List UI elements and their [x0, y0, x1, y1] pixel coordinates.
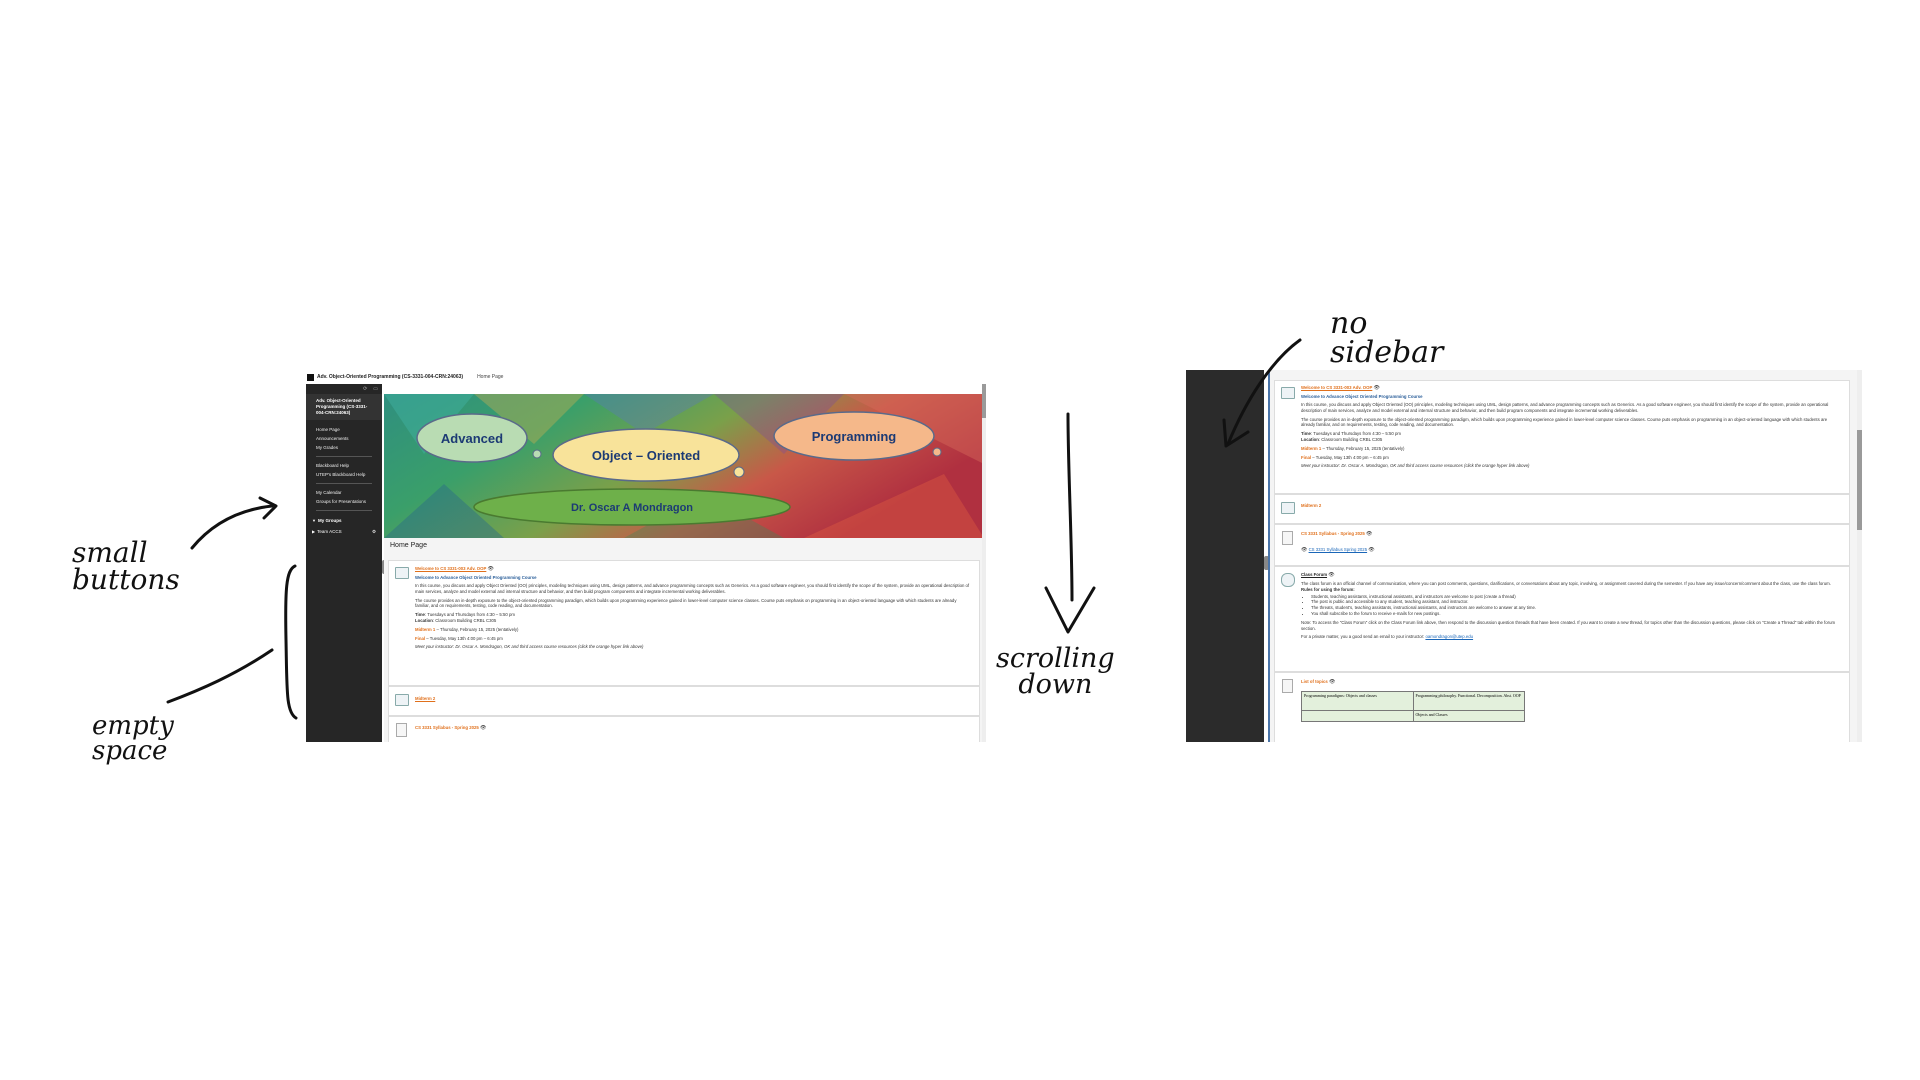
scrolling-down-shaft	[1066, 412, 1074, 602]
annotation-empty-space: empty space	[92, 711, 174, 766]
annotation-no-sidebar: no sidebar	[1330, 306, 1444, 370]
small-buttons-arrow	[190, 504, 274, 550]
empty-space-pointer	[166, 648, 274, 704]
annotation-small-buttons: small buttons	[72, 536, 180, 596]
annotation-strokes	[166, 338, 1302, 720]
scrolling-down-arrowhead	[1044, 586, 1096, 634]
no-sidebar-arrow	[1226, 338, 1302, 446]
annotation-scrolling-down: scrolling down	[996, 643, 1115, 700]
empty-space-bracket	[284, 564, 298, 720]
